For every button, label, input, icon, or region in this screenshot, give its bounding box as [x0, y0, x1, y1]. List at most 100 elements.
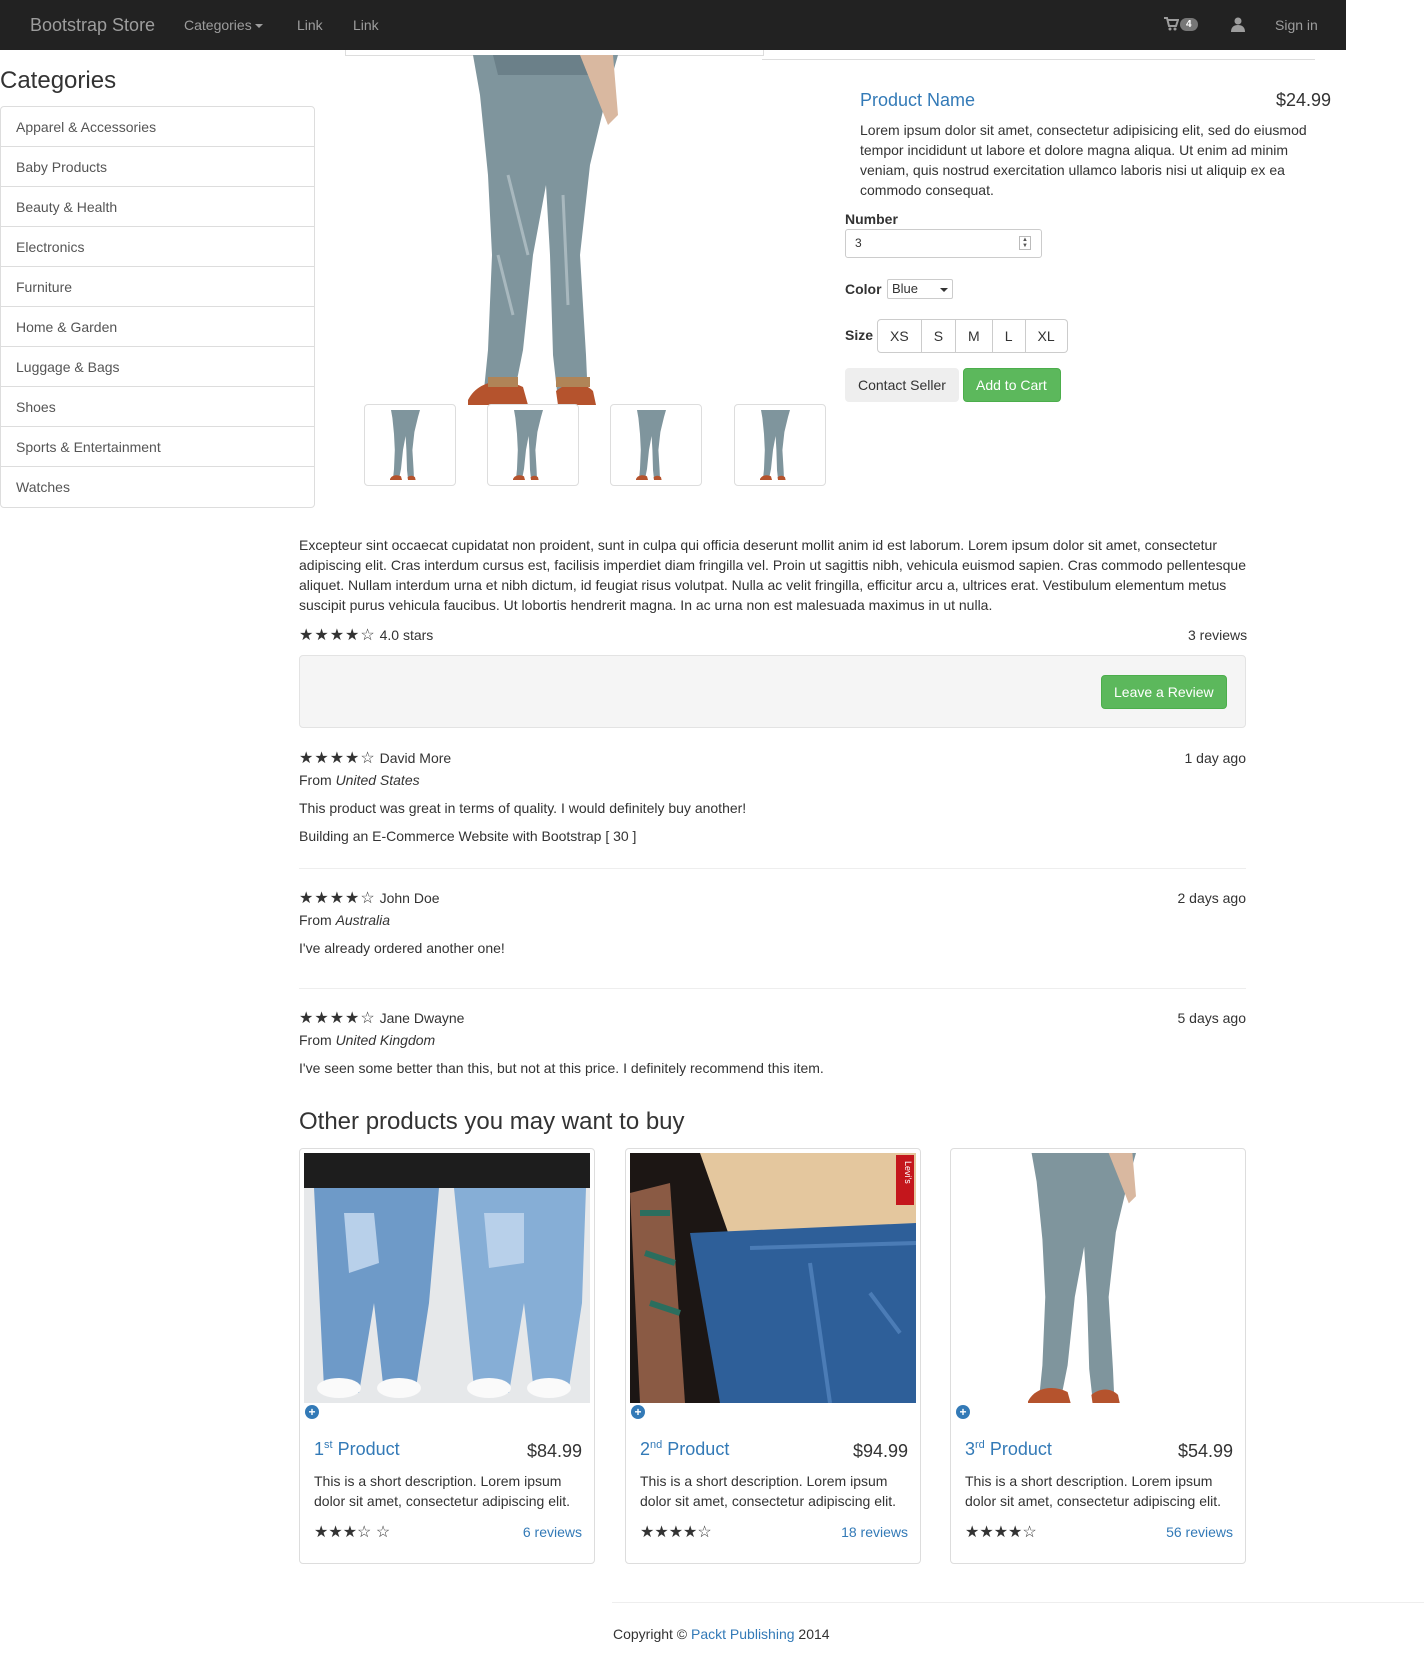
- product-ordinal: 3: [965, 1439, 976, 1459]
- product-ordinal: 2: [640, 1439, 651, 1459]
- category-item[interactable]: Sports & Entertainment: [1, 427, 314, 467]
- review-count: 3 reviews: [1188, 627, 1248, 643]
- add-to-cart-button[interactable]: Add to Cart: [963, 368, 1061, 402]
- related-product-description: This is a short description. Lorem ipsum…: [314, 1473, 571, 1509]
- size-label: Size: [845, 327, 874, 343]
- review-text: This product was great in terms of quali…: [299, 800, 747, 816]
- thumbnail-2[interactable]: [487, 404, 579, 486]
- related-product-description: This is a short description. Lorem ipsum…: [640, 1473, 897, 1509]
- review-from-label: From: [299, 1032, 332, 1048]
- related-product-card: + 1st Product $84.99 This is a short des…: [299, 1148, 595, 1564]
- product-image: [304, 1153, 590, 1403]
- related-product-name[interactable]: 3rd Product: [965, 1439, 1052, 1460]
- product-price: $24.99: [1276, 90, 1332, 110]
- category-item[interactable]: Luggage & Bags: [1, 347, 314, 387]
- review-item: ★★★★☆ Jane Dwayne 5 days ago From United…: [299, 1008, 1246, 1076]
- review-from-label: From: [299, 912, 332, 928]
- product-ordinal-suffix: st: [324, 1439, 333, 1451]
- thumbnail-image: [760, 410, 790, 480]
- footer-publisher-link[interactable]: Packt Publishing: [691, 1626, 795, 1642]
- quantity-input[interactable]: 3 ▲ ▼: [845, 229, 1042, 258]
- review-from-label: From: [299, 772, 332, 788]
- review-stars-icon: ★★★★☆: [299, 890, 376, 907]
- rating-text: 4.0 stars: [379, 627, 434, 643]
- product-label: Product: [337, 1439, 400, 1459]
- reviewer-name: David More: [379, 750, 452, 766]
- categories-heading: Categories: [0, 67, 117, 94]
- related-product-description: This is a short description. Lorem ipsum…: [965, 1473, 1222, 1509]
- reviewer-country: United Kingdom: [335, 1032, 436, 1048]
- brand-badge-text: Levi's: [903, 1161, 913, 1184]
- number-label: Number: [845, 211, 898, 227]
- cart-button[interactable]: 4: [1163, 15, 1198, 32]
- related-product-reviews-link[interactable]: 56 reviews: [1166, 1524, 1233, 1540]
- category-item[interactable]: Home & Garden: [1, 307, 314, 347]
- product-image: Levi's: [630, 1153, 916, 1403]
- related-product-reviews-link[interactable]: 6 reviews: [523, 1524, 582, 1540]
- user-account-button[interactable]: [1230, 16, 1246, 35]
- related-product-reviews-link[interactable]: 18 reviews: [841, 1524, 908, 1540]
- product-ordinal-suffix: rd: [975, 1439, 985, 1451]
- thumbnail-image: [513, 410, 543, 480]
- category-item[interactable]: Baby Products: [1, 147, 314, 187]
- review-text: I've seen some better than this, but not…: [299, 1060, 824, 1076]
- rating-stars-icon: ★★★★☆: [299, 627, 376, 644]
- review-item: ★★★★☆ John Doe 2 days ago From Australia…: [299, 888, 1246, 956]
- thumbnail-image: [390, 410, 420, 480]
- thumbnail-image: [636, 410, 666, 480]
- size-button-xl[interactable]: XL: [1025, 319, 1068, 353]
- plus-circle-icon[interactable]: +: [956, 1405, 970, 1419]
- footer-divider: [612, 1602, 1424, 1603]
- quantity-value: 3: [855, 236, 862, 250]
- related-product-price: $54.99: [1177, 1441, 1233, 1461]
- size-button-l[interactable]: L: [992, 319, 1026, 353]
- plus-circle-icon[interactable]: +: [631, 1405, 645, 1419]
- review-divider: [299, 868, 1246, 869]
- category-item[interactable]: Watches: [1, 467, 314, 507]
- category-item[interactable]: Furniture: [1, 267, 314, 307]
- divider: [762, 59, 1315, 60]
- user-icon: [1231, 17, 1245, 32]
- reviewer-country: Australia: [335, 912, 391, 928]
- size-button-s[interactable]: S: [921, 319, 957, 353]
- size-button-m[interactable]: M: [956, 319, 993, 353]
- contact-seller-button[interactable]: Contact Seller: [845, 368, 959, 402]
- product-main-image: [468, 55, 618, 405]
- category-item[interactable]: Electronics: [1, 227, 314, 267]
- related-product-name[interactable]: 2nd Product: [640, 1439, 729, 1460]
- nav-link-2[interactable]: Link: [353, 17, 379, 33]
- rating-stars-icon: ★★★☆ ☆: [314, 1524, 391, 1541]
- thumbnail-3[interactable]: [610, 404, 702, 486]
- plus-circle-icon[interactable]: +: [305, 1405, 319, 1419]
- nav-link-1[interactable]: Link: [297, 17, 323, 33]
- leave-review-button[interactable]: Leave a Review: [1101, 675, 1227, 709]
- brand-link[interactable]: Bootstrap Store: [30, 15, 155, 36]
- footer-year: 2014: [798, 1626, 830, 1642]
- chevron-down-icon: [940, 288, 948, 292]
- related-products-heading: Other products you may want to buy: [299, 1108, 685, 1135]
- category-item[interactable]: Shoes: [1, 387, 314, 427]
- color-select[interactable]: Blue: [887, 279, 953, 299]
- nav-categories-dropdown[interactable]: Categories: [184, 17, 263, 33]
- product-ordinal: 1: [314, 1439, 325, 1459]
- product-long-description: Excepteur sint occaecat cupidatat non pr…: [299, 537, 1246, 613]
- related-product-price: $94.99: [852, 1441, 908, 1461]
- product-label: Product: [989, 1439, 1052, 1459]
- related-product-name[interactable]: 1st Product: [314, 1439, 400, 1460]
- review-text: I've already ordered another one!: [299, 940, 505, 956]
- thumbnail-1[interactable]: [364, 404, 456, 486]
- rating-stars-icon: ★★★★☆: [640, 1524, 712, 1541]
- sign-in-link[interactable]: Sign in: [1275, 17, 1318, 33]
- related-product-price: $84.99: [526, 1441, 582, 1461]
- thumbnail-4[interactable]: [734, 404, 826, 486]
- size-button-group: XS S M L XL: [877, 319, 1068, 353]
- size-button-xs[interactable]: XS: [877, 319, 922, 353]
- category-item[interactable]: Beauty & Health: [1, 187, 314, 227]
- product-name-link[interactable]: Product Name: [860, 90, 975, 111]
- review-stars-icon: ★★★★☆: [299, 1010, 376, 1027]
- quantity-stepper[interactable]: ▲ ▼: [1019, 236, 1031, 250]
- product-ordinal-suffix: nd: [650, 1439, 663, 1451]
- product-label: Product: [667, 1439, 730, 1459]
- category-item[interactable]: Apparel & Accessories: [1, 107, 314, 147]
- review-extra-text: Building an E-Commerce Website with Boot…: [299, 828, 637, 844]
